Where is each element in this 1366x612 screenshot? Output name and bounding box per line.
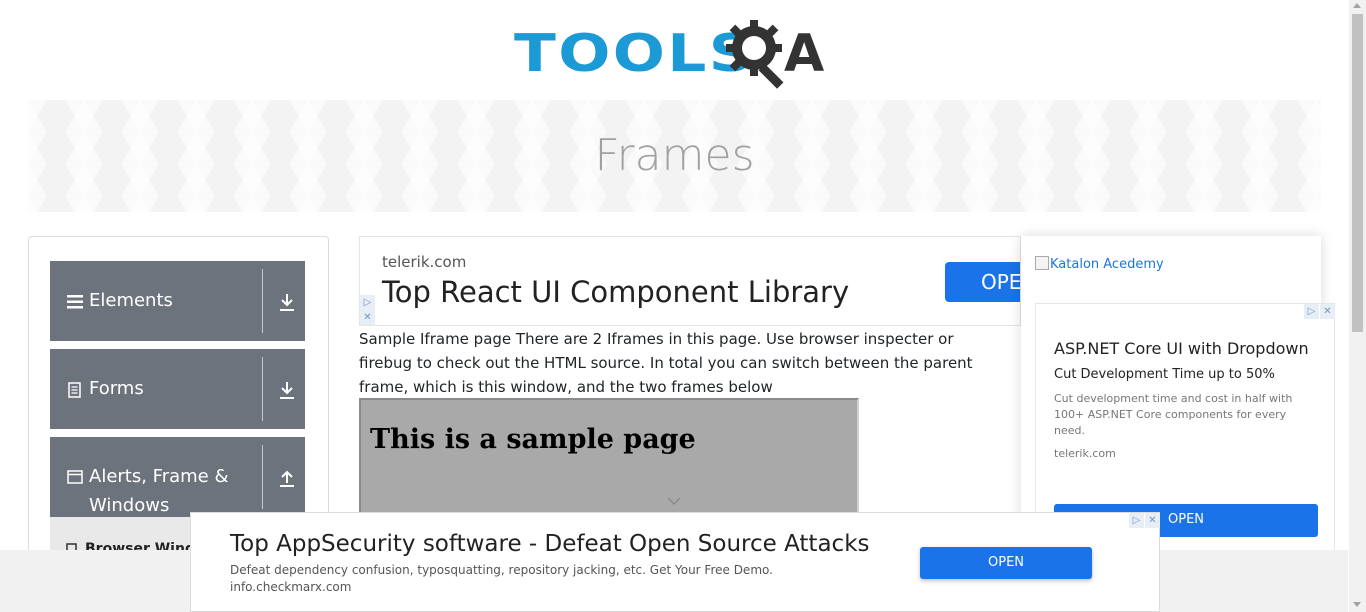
toolsqa-logo[interactable]: TOOLS A [514,16,844,92]
ad-open-button[interactable]: OPEN [920,547,1092,579]
close-icon[interactable]: ✕ [1320,304,1335,319]
upload-arrow-icon[interactable] [276,467,298,489]
ad-domain: info.checkmarx.com [230,580,352,594]
vertical-scrollbar[interactable] [1349,0,1366,612]
page-title: Frames [594,130,755,181]
ad-title[interactable]: ASP.NET Core UI with Dropdown [1054,339,1309,358]
close-icon[interactable]: ✕ [1145,513,1160,528]
scroll-down-icon[interactable] [1353,602,1361,607]
ad-subtitle: Cut Development Time up to 50% [1054,367,1275,382]
katalon-image-link[interactable]: Katalon Acedemy [1035,256,1164,272]
katalon-alt-text: Katalon Acedemy [1050,257,1164,272]
ad-domain: telerik.com [382,253,467,271]
hamburger-icon [67,295,83,309]
chevron-down-icon [667,497,681,506]
page-banner: Frames [28,100,1321,212]
ad-body: Cut development time and cost in half wi… [1054,392,1293,437]
window-icon [67,470,83,484]
iframe-frame1[interactable]: This is a sample page [359,398,859,528]
intro-text: Sample Iframe page There are 2 Iframes i… [359,330,973,396]
logo-text: TOOLS [514,24,756,84]
document-icon [68,382,81,398]
ad-description: Defeat dependency confusion, typosquatti… [230,563,773,577]
scroll-up-icon[interactable] [1353,3,1361,8]
download-arrow-icon[interactable] [276,379,298,401]
sidebar-group-label: Alerts, Frame & [89,466,229,487]
ad-banner-bottom[interactable]: ▷ ✕ Top AppSecurity software - Defeat Op… [190,512,1160,612]
sidebar-group-label-line2: Windows [89,495,170,516]
sidebar-group-elements[interactable]: Elements [50,261,305,341]
ad-headline[interactable]: Top React UI Component Library [382,275,849,309]
frame-heading: This is a sample page [370,424,696,455]
ad-domain: telerik.com [1054,447,1116,460]
adchoices-icon[interactable]: ▷ [1129,513,1144,528]
ad-headline[interactable]: Top AppSecurity software - Defeat Open S… [230,531,870,557]
sidebar-group-label: Forms [89,378,144,399]
download-arrow-icon[interactable] [276,291,298,313]
sidebar-group-label: Elements [89,290,173,311]
ad-sidebar-right[interactable]: Katalon Acedemy ▷ ✕ ASP.NET Core UI with… [1021,236,1335,563]
broken-image-icon [1035,256,1049,270]
adchoices-icon[interactable]: ▷ [1304,304,1319,319]
logo-text-end: A [784,24,825,84]
scroll-thumb[interactable] [1352,14,1363,332]
adchoices-icon[interactable]: ▷ [360,295,375,310]
sidebar-group-alerts-frames-windows[interactable]: Alerts, Frame & Windows [50,437,305,517]
sidebar-group-forms[interactable]: Forms [50,349,305,429]
ad-open-button[interactable]: OPEN [945,262,1020,302]
divider [262,445,263,509]
ad-banner-top[interactable]: telerik.com Top React UI Component Libra… [359,236,1021,326]
divider [262,357,263,421]
close-icon[interactable]: ✕ [360,310,375,325]
divider [262,269,263,333]
